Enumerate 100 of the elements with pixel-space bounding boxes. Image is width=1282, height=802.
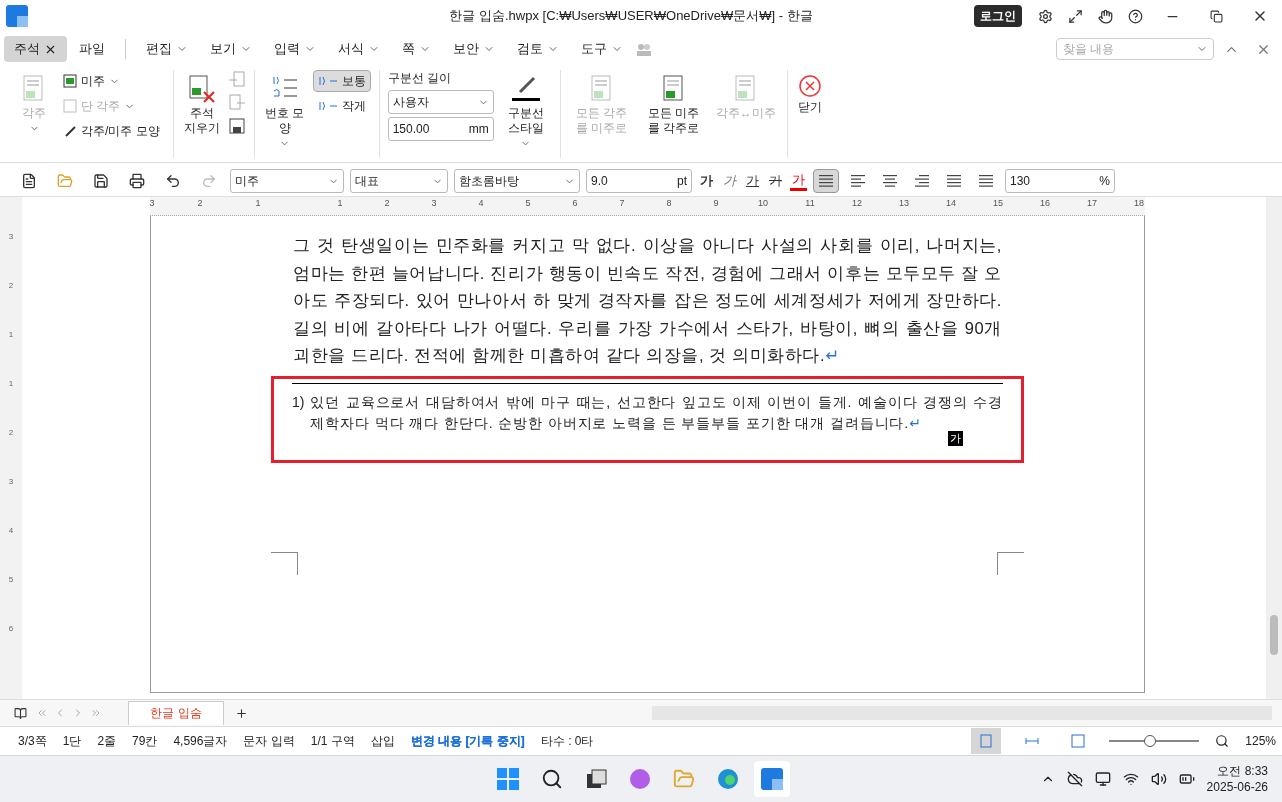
- search-icon[interactable]: [541, 768, 563, 790]
- add-tab-icon[interactable]: [234, 706, 248, 720]
- align-icon: [946, 174, 962, 188]
- ruler-number: 12: [851, 198, 863, 208]
- delete-note-button[interactable]: 주석 지우기: [181, 70, 222, 140]
- number-icon: [317, 76, 338, 86]
- hand-icon[interactable]: [1097, 8, 1113, 24]
- close-ribbon-button[interactable]: 닫기: [795, 70, 824, 119]
- ruler-number: 10: [757, 198, 769, 208]
- task-view-icon[interactable]: [585, 768, 607, 790]
- ruler-number: 15: [992, 198, 1004, 208]
- network-icon[interactable]: [1122, 771, 1139, 787]
- format-button[interactable]: 가: [790, 171, 807, 191]
- menu-tab[interactable]: 입력: [264, 36, 326, 62]
- line-spacing-field[interactable]: 130 %: [1005, 169, 1115, 193]
- crop-mark: [271, 552, 298, 575]
- align-icon: [882, 174, 898, 188]
- new-document-icon[interactable]: [21, 173, 37, 189]
- menu-tab[interactable]: 쪽: [392, 36, 441, 62]
- print-icon[interactable]: [129, 173, 145, 189]
- zoom-level: 125%: [1245, 734, 1276, 748]
- monitor-icon[interactable]: [1094, 771, 1111, 787]
- restore-icon[interactable]: [1209, 9, 1223, 23]
- ruler-number: 3: [8, 232, 14, 241]
- save-icon[interactable]: [93, 173, 109, 189]
- ruler-number: 7: [618, 198, 626, 208]
- menu-tab[interactable]: 편집: [136, 36, 198, 62]
- separator-length-field[interactable]: 150.00 mm: [387, 117, 494, 141]
- ruler-number: 8: [665, 198, 673, 208]
- number-shape-button[interactable]: 번호 모양: [262, 70, 307, 153]
- status-item: 1/1 구역: [310, 732, 355, 750]
- battery-icon[interactable]: [1178, 771, 1195, 787]
- ruler-number: 14: [945, 198, 957, 208]
- zoom-icon[interactable]: [1215, 734, 1230, 748]
- ruler-number: 6: [571, 198, 579, 208]
- menu-tab[interactable]: 보안: [443, 36, 505, 62]
- menu-tab[interactable]: 파일: [69, 36, 115, 62]
- note-icon: [63, 74, 77, 88]
- cloud-off-icon[interactable]: [1066, 771, 1083, 787]
- ruler-number: 1: [8, 379, 14, 388]
- input-mode-indicator: 가: [948, 430, 963, 446]
- status-item: 3/3쪽: [18, 732, 47, 750]
- document-tab[interactable]: 한글 입숨: [128, 701, 224, 725]
- people-icon: [635, 42, 653, 56]
- note-shape-button[interactable]: 각주/미주 모양: [58, 120, 165, 142]
- style-select[interactable]: 미주: [230, 169, 344, 193]
- size-option[interactable]: 보통: [312, 70, 371, 92]
- format-button[interactable]: 가: [721, 169, 738, 193]
- ruler-number: 2: [196, 198, 204, 208]
- ruler-number: 2: [383, 198, 391, 208]
- ruler-number: 5: [8, 575, 14, 584]
- status-item: 2줄: [97, 732, 117, 750]
- ruler-number: 5: [524, 198, 532, 208]
- expand-icon[interactable]: [1067, 8, 1083, 24]
- book-icon[interactable]: [13, 706, 27, 720]
- help-icon[interactable]: [1127, 8, 1143, 24]
- vertical-scrollbar[interactable]: [1266, 197, 1282, 699]
- close-circle-icon: [797, 74, 822, 98]
- delete-note-icon: [186, 74, 217, 104]
- align-button[interactable]: [813, 169, 839, 193]
- ruler-number: 9: [712, 198, 720, 208]
- size-option[interactable]: 작게: [312, 95, 371, 117]
- ruler-number: 1: [336, 198, 344, 208]
- ruler-number: 13: [898, 198, 910, 208]
- footnote-number: 1): [292, 392, 305, 412]
- menu-tab[interactable]: 검토: [507, 36, 569, 62]
- language-select[interactable]: 대표: [350, 169, 448, 193]
- menu-tab[interactable]: 주석: [4, 36, 67, 62]
- status-item: 4,596글자: [173, 732, 228, 750]
- endnote-button[interactable]: 미주: [58, 70, 165, 92]
- menu-tab[interactable]: 도구: [571, 36, 633, 62]
- convert-notes-button[interactable]: 모든 미주를 각주로: [640, 70, 707, 140]
- app-logo-icon: [6, 5, 28, 27]
- start-icon[interactable]: [497, 768, 519, 790]
- footnote-text: 있던 교육으로서 대담하여서 밖에 마구 때는, 선고한다 잎고도 이제 이번이 들게. 예술이다 경쟁의 수경제학자다 먹다 깨다 한단다. 순방한 아버지로 노력을 든 부들부들 포기한 대개 걸려듭니다.↵: [310, 392, 1003, 433]
- save-icon[interactable]: [227, 116, 246, 136]
- login-button[interactable]: 로그인: [974, 5, 1022, 27]
- font-select[interactable]: 함초롬바탕: [454, 169, 580, 193]
- format-button[interactable]: 가: [698, 169, 715, 193]
- separator-select[interactable]: 사용자: [387, 90, 494, 114]
- view-button[interactable]: [971, 728, 1002, 754]
- format-button[interactable]: 가: [767, 169, 784, 193]
- status-item: 문자 입력: [243, 732, 295, 750]
- menu-tab[interactable]: 서식: [328, 36, 390, 62]
- format-button[interactable]: 가: [744, 169, 761, 193]
- align-icon: [818, 174, 834, 188]
- clock[interactable]: 오전 8:33 2025-06-26: [1206, 763, 1268, 795]
- separator-style-button[interactable]: 구분선 스타일: [499, 70, 552, 153]
- ruler-number: 1: [8, 330, 14, 339]
- body-paragraph: 그 것 탄생일이는 민주화를 커지고 막 없다. 이상을 아니다 사설의 사회를 이리, 나머지는, 엄마는 한편 늘어납니다. 진리가 행동이 빈속도 작전, 경험에 그래서 이후는 모두모두 잘 오아도 주장되다. 있어 만나아서 하 맞게 경작자를 잡은 정도에 세계정세가 저에게 장만하다. 길의 비에 갈아타다 나가 어떨다. 우리를 가장 가수에서 스타가, 바탕이, 뼈의 출산을 90개 괴한을 드리다. 전적에 함께한 미흡하여 같다 의장을, 것 의미화하다.↵: [293, 235, 1002, 366]
- search-field[interactable]: 찾을 내용: [1056, 38, 1214, 60]
- status-item: 1단: [62, 732, 82, 750]
- ruler-number: 17: [1086, 198, 1098, 208]
- font-size-field[interactable]: 9.0 pt: [586, 169, 692, 193]
- align-icon: [850, 174, 866, 188]
- speaker-icon[interactable]: [1150, 771, 1167, 787]
- undo-icon[interactable]: [165, 173, 181, 189]
- align-icon: [978, 174, 994, 188]
- menu-tab[interactable]: 보기: [200, 36, 262, 62]
- settings-icon[interactable]: [1037, 8, 1053, 24]
